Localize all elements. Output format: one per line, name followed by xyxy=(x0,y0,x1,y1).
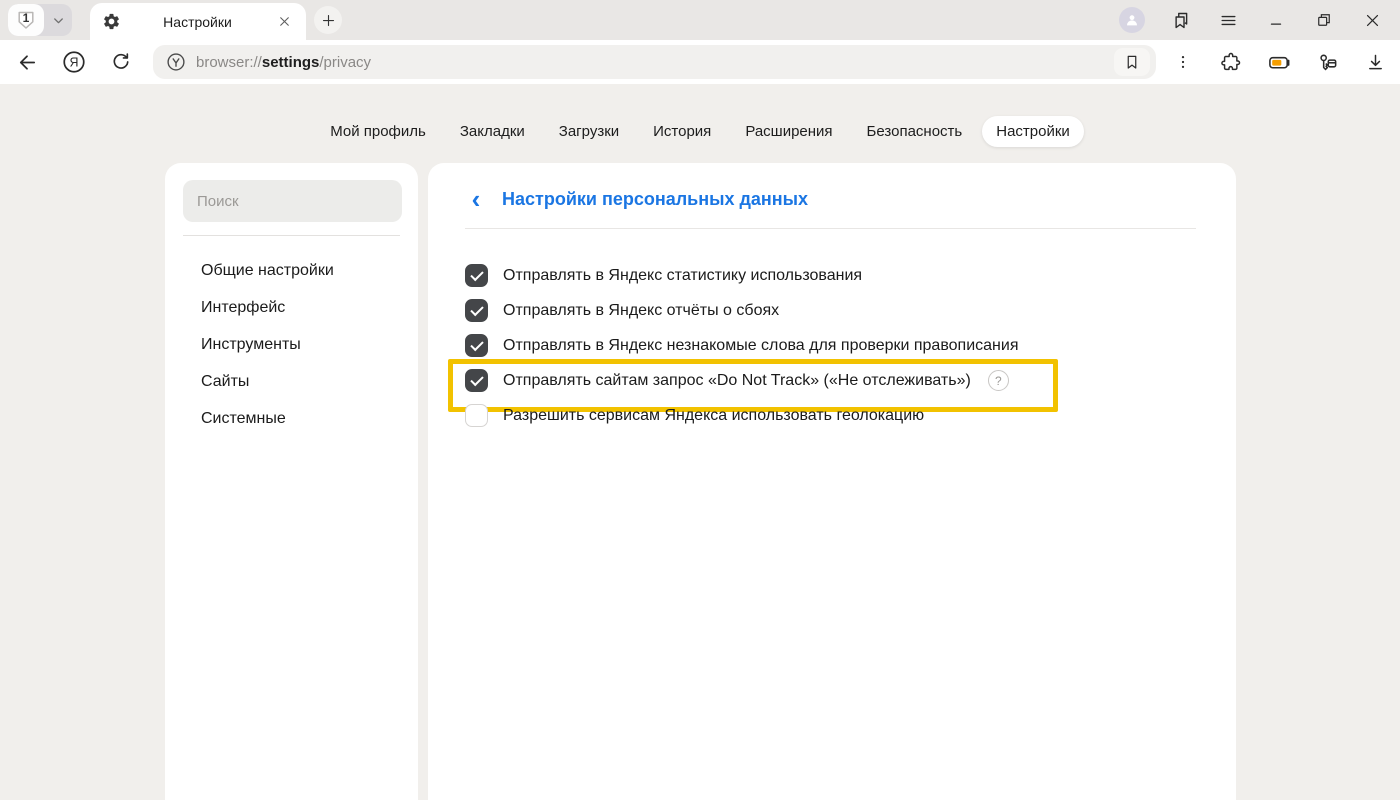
new-tab-button[interactable] xyxy=(314,6,342,34)
search-input[interactable] xyxy=(183,180,402,222)
section-header: ‹ Настройки персональных данных xyxy=(465,187,1196,211)
settings-nav-tab[interactable]: Закладки xyxy=(446,116,539,147)
settings-nav: Мой профиль Закладки Загрузки История Ра… xyxy=(0,116,1400,147)
close-window-button[interactable] xyxy=(1358,6,1386,34)
puzzle-icon xyxy=(1220,51,1242,73)
checkbox-label: Отправлять в Яндекс статистику использов… xyxy=(503,267,862,285)
sidebar-item[interactable]: Системные xyxy=(165,400,418,437)
checkbox[interactable] xyxy=(465,334,488,357)
settings-nav-tab[interactable]: Мой профиль xyxy=(316,116,440,147)
checkbox-row[interactable]: Отправлять в Яндекс незнакомые слова для… xyxy=(465,328,1018,363)
avatar xyxy=(1119,7,1145,33)
tab-close-button[interactable] xyxy=(274,12,294,32)
settings-content: ‹ Настройки персональных данных Отправля… xyxy=(428,163,1236,800)
svg-text:Я: Я xyxy=(70,56,79,70)
toolbar: Я browser://settings/privacy xyxy=(0,40,1400,84)
checkbox-row[interactable]: Разрешить сервисам Яндекса использовать … xyxy=(465,398,924,433)
reload-button[interactable] xyxy=(106,47,136,77)
checkbox-row[interactable]: Отправлять сайтам запрос «Do Not Track» … xyxy=(465,363,1009,398)
back-button[interactable] xyxy=(12,47,42,77)
tab-count: 1 xyxy=(8,11,44,25)
checkbox-label: Разрешить сервисам Яндекса использовать … xyxy=(503,407,924,425)
reload-icon xyxy=(110,51,132,73)
section-divider xyxy=(465,228,1196,229)
chevron-down-icon xyxy=(51,13,66,28)
sidebar-item[interactable]: Инструменты xyxy=(165,326,418,363)
minimize-button[interactable] xyxy=(1262,6,1290,34)
key-wallet-icon xyxy=(1316,51,1339,74)
menu-button[interactable] xyxy=(1214,6,1242,34)
back-arrow-icon xyxy=(16,51,39,74)
tab-title: Настройки xyxy=(121,14,274,30)
browser-tab-settings[interactable]: Настройки xyxy=(90,3,306,40)
yandex-home-button[interactable]: Я xyxy=(59,47,89,77)
titlebar: 1 Настройки xyxy=(0,0,1400,40)
yandex-logo-icon: Я xyxy=(61,49,87,75)
help-icon[interactable]: ? xyxy=(988,370,1009,391)
checkbox-label: Отправлять сайтам запрос «Do Not Track» … xyxy=(503,372,971,390)
titlebar-right-icons xyxy=(1118,6,1400,34)
sidebar-dots-button[interactable] xyxy=(1168,47,1198,77)
extensions-button[interactable] xyxy=(1216,47,1246,77)
section-back-button[interactable]: ‹ xyxy=(465,187,487,211)
battery-saver-button[interactable] xyxy=(1264,47,1294,77)
url-text: browser://settings/privacy xyxy=(196,54,371,71)
hamburger-icon xyxy=(1219,11,1238,30)
settings-nav-tab[interactable]: Расширения xyxy=(731,116,846,147)
settings-nav-tab[interactable]: Безопасность xyxy=(853,116,977,147)
battery-icon xyxy=(1267,50,1292,75)
sidebar-divider xyxy=(183,235,400,236)
sidebar-list: Общие настройки Интерфейс Инструменты Са… xyxy=(165,252,418,437)
tab-counter-group: 1 xyxy=(8,4,72,36)
sidebar-item[interactable]: Сайты xyxy=(165,363,418,400)
collections-button[interactable] xyxy=(1166,6,1194,34)
checkbox[interactable] xyxy=(465,404,488,427)
checkbox[interactable] xyxy=(465,299,488,322)
checkbox-label: Отправлять в Яндекс отчёты о сбоях xyxy=(503,302,779,320)
settings-nav-tab[interactable]: История xyxy=(639,116,725,147)
checkbox[interactable] xyxy=(465,369,488,392)
sidebar-item[interactable]: Общие настройки xyxy=(165,252,418,289)
tab-list-chevron-button[interactable] xyxy=(44,4,72,36)
checkbox-row[interactable]: Отправлять в Яндекс отчёты о сбоях ? xyxy=(465,293,779,328)
plus-icon xyxy=(321,13,336,28)
toolbar-right-icons xyxy=(1168,47,1390,77)
downloads-button[interactable] xyxy=(1360,47,1390,77)
settings-sidebar: Общие настройки Интерфейс Инструменты Са… xyxy=(165,163,418,800)
section-title: Настройки персональных данных xyxy=(502,189,808,210)
close-icon xyxy=(1364,12,1381,29)
restore-window-icon xyxy=(1315,11,1333,29)
bookmark-page-button[interactable] xyxy=(1114,48,1150,76)
tab-counter-button[interactable]: 1 xyxy=(8,4,44,36)
settings-nav-tab[interactable]: Настройки xyxy=(982,116,1084,147)
sidebar-item[interactable]: Интерфейс xyxy=(165,289,418,326)
download-icon xyxy=(1365,52,1386,73)
vertical-dots-icon xyxy=(1174,53,1192,71)
gear-icon xyxy=(102,12,121,31)
close-icon xyxy=(278,15,291,28)
bookmark-flag-icon xyxy=(1123,53,1141,71)
protect-icon xyxy=(165,51,187,73)
restore-button[interactable] xyxy=(1310,6,1338,34)
profile-avatar-button[interactable] xyxy=(1118,6,1146,34)
collections-icon xyxy=(1170,10,1191,31)
browser-window: 1 Настройки xyxy=(0,0,1400,800)
checkbox[interactable] xyxy=(465,264,488,287)
checkbox-row[interactable]: Отправлять в Яндекс статистику использов… xyxy=(465,258,862,293)
minimize-icon xyxy=(1267,11,1285,29)
settings-nav-tab[interactable]: Загрузки xyxy=(545,116,633,147)
passwords-button[interactable] xyxy=(1312,47,1342,77)
address-bar[interactable]: browser://settings/privacy xyxy=(153,45,1156,79)
checkbox-label: Отправлять в Яндекс незнакомые слова для… xyxy=(503,337,1018,355)
checkbox-list: Отправлять в Яндекс статистику использов… xyxy=(465,258,1196,433)
